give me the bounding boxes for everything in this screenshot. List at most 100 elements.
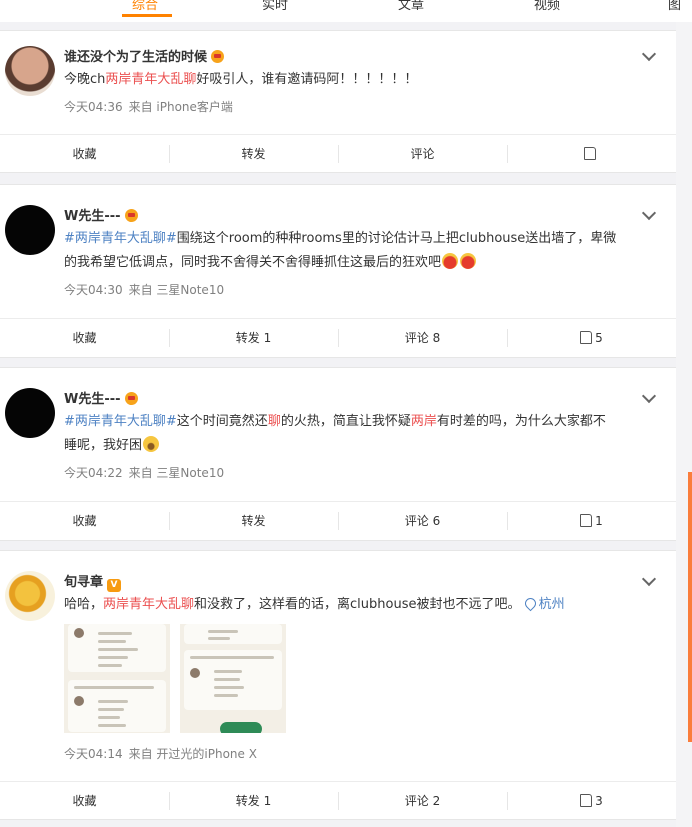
post-image[interactable] (64, 624, 170, 733)
red-candle-emoji-icon (442, 253, 459, 269)
post-author[interactable]: 旬寻章 V (64, 571, 122, 592)
post-card: 旬寻章 V 哈哈，两岸青年大乱聊和没救了，这样看的话，离clubhouse被封也不… (0, 550, 676, 820)
post-text: 哈哈，两岸青年大乱聊和没救了，这样看的话，离clubhouse被封也不远了吧。 … (64, 593, 644, 617)
avatar-dot (190, 668, 200, 678)
avatar[interactable] (5, 205, 55, 255)
topic-link[interactable]: 两岸青年大乱聊 (103, 597, 194, 612)
text-segment: 好吸引人，谁有邀请码阿！！！！！！ (196, 72, 418, 87)
repost-button[interactable]: 转发 (169, 502, 338, 540)
text-segment: 哈哈， (64, 597, 104, 612)
like-button[interactable]: 1 (507, 502, 676, 540)
like-button[interactable]: 5 (507, 319, 676, 357)
text-segment: 这个时间竟然还 (176, 414, 268, 429)
chevron-down-icon[interactable] (641, 388, 657, 404)
location-link[interactable]: 杭州 (522, 595, 565, 612)
text-line (98, 664, 122, 667)
chevron-down-icon[interactable] (641, 205, 657, 221)
verified-v-icon: V (107, 579, 122, 592)
topic-link[interactable]: #两岸青年大乱聊# (64, 231, 177, 246)
highlight-keyword: 两岸 (410, 414, 437, 429)
text-line (208, 630, 238, 633)
post-author[interactable]: W先生--- (64, 205, 138, 224)
text-segment: 和没救了，这样看的话，离clubhouse被封也不远了吧。 (194, 597, 521, 612)
text-line (74, 686, 154, 689)
screenshot-panel (68, 624, 166, 672)
post-author[interactable]: 谁还没个为了生活的时候 (64, 46, 225, 65)
thumbs-up-icon (580, 514, 593, 527)
repost-label: 转发 (241, 147, 266, 161)
comment-button[interactable]: 评论 6 (338, 502, 507, 540)
repost-label: 转发 1 (235, 331, 272, 345)
sleepy-emoji-icon (143, 436, 160, 452)
sidebar-accent-bar (688, 472, 692, 742)
favorite-label: 收藏 (72, 514, 97, 528)
author-name[interactable]: W先生--- (64, 209, 121, 224)
tab-videos[interactable]: 视频 (534, 0, 560, 13)
screenshot-panel (184, 624, 282, 644)
like-count: 1 (595, 514, 603, 528)
action-bar: 收藏 转发 评论 (0, 134, 676, 173)
post-source: 来自 三星Note10 (128, 283, 225, 297)
action-bar: 收藏 转发 1 评论 8 5 (0, 318, 676, 357)
post-card: W先生--- #两岸青年大乱聊#围绕这个room的种种rooms里的讨论估计马上… (0, 184, 676, 358)
thumbs-up-icon (580, 331, 593, 344)
author-name[interactable]: 旬寻章 (64, 575, 103, 590)
like-button[interactable]: 3 (507, 782, 676, 820)
post-time[interactable]: 今天04:30 (64, 283, 123, 297)
comment-button[interactable]: 评论 2 (338, 782, 507, 820)
avatar[interactable] (5, 388, 55, 438)
text-segment: 睡呢，我好困 (64, 438, 143, 453)
comment-button[interactable]: 评论 (338, 135, 507, 173)
author-name[interactable]: W先生--- (64, 392, 121, 407)
post-text: #两岸青年大乱聊#这个时间竟然还聊的火热，简直让我怀疑两岸有时差的吗，为什么大家… (64, 410, 644, 458)
like-count: 5 (595, 331, 603, 345)
chevron-down-icon[interactable] (641, 571, 657, 587)
repost-button[interactable]: 转发 1 (169, 782, 338, 820)
text-segment: 围绕这个room的种种rooms里的讨论估计马上把clubhouse送出墙了，卑… (176, 231, 617, 246)
tab-images[interactable]: 图 (668, 0, 681, 13)
comment-label: 评论 (410, 147, 435, 161)
like-button[interactable] (507, 135, 676, 173)
favorite-button[interactable]: 收藏 (0, 135, 169, 173)
comment-label: 评论 8 (404, 331, 441, 345)
text-segment: 今晚ch (64, 72, 106, 87)
topic-link[interactable]: #两岸青年大乱聊# (64, 414, 177, 429)
chevron-down-icon[interactable] (641, 46, 657, 62)
screenshot-panel (68, 680, 166, 732)
favorite-label: 收藏 (72, 147, 97, 161)
post-author[interactable]: W先生--- (64, 388, 138, 407)
post-text: 今晚ch两岸青年大乱聊好吸引人，谁有邀请码阿！！！！！！ (64, 68, 644, 92)
text-line (98, 716, 120, 719)
post-time[interactable]: 今天04:14 (64, 747, 123, 761)
text-segment: 的我希望它低调点，同时我不舍得关不舍得睡抓住这最后的狂欢吧 (64, 255, 442, 270)
post-card: W先生--- #两岸青年大乱聊#这个时间竟然还聊的火热，简直让我怀疑两岸有时差的… (0, 367, 676, 541)
favorite-button[interactable]: 收藏 (0, 782, 169, 820)
text-line (98, 656, 128, 659)
text-line (214, 678, 240, 681)
favorite-button[interactable]: 收藏 (0, 502, 169, 540)
avatar[interactable] (5, 46, 55, 96)
tab-articles[interactable]: 文章 (398, 0, 424, 13)
crown-badge-icon (124, 392, 138, 405)
post-source: 来自 开过光的iPhone X (128, 747, 257, 761)
tab-comprehensive[interactable]: 综合 (132, 0, 158, 13)
red-candle-emoji-icon (460, 253, 477, 269)
tab-realtime[interactable]: 实时 (262, 0, 288, 13)
favorite-button[interactable]: 收藏 (0, 319, 169, 357)
comment-button[interactable]: 评论 8 (338, 319, 507, 357)
post-image[interactable] (180, 624, 286, 733)
thumbs-up-icon (584, 147, 596, 160)
text-line (98, 724, 126, 727)
topic-link[interactable]: 两岸青年大乱聊 (105, 72, 196, 87)
author-name[interactable]: 谁还没个为了生活的时候 (64, 50, 207, 65)
text-line (98, 708, 124, 711)
post-time[interactable]: 今天04:36 (64, 100, 123, 114)
post-time[interactable]: 今天04:22 (64, 466, 123, 480)
highlight-keyword: 聊 (267, 414, 281, 429)
repost-button[interactable]: 转发 1 (169, 319, 338, 357)
crown-badge-icon (124, 209, 138, 222)
action-bar: 收藏 转发 评论 6 1 (0, 501, 676, 540)
text-line (98, 632, 132, 635)
avatar[interactable] (5, 571, 55, 621)
repost-button[interactable]: 转发 (169, 135, 338, 173)
